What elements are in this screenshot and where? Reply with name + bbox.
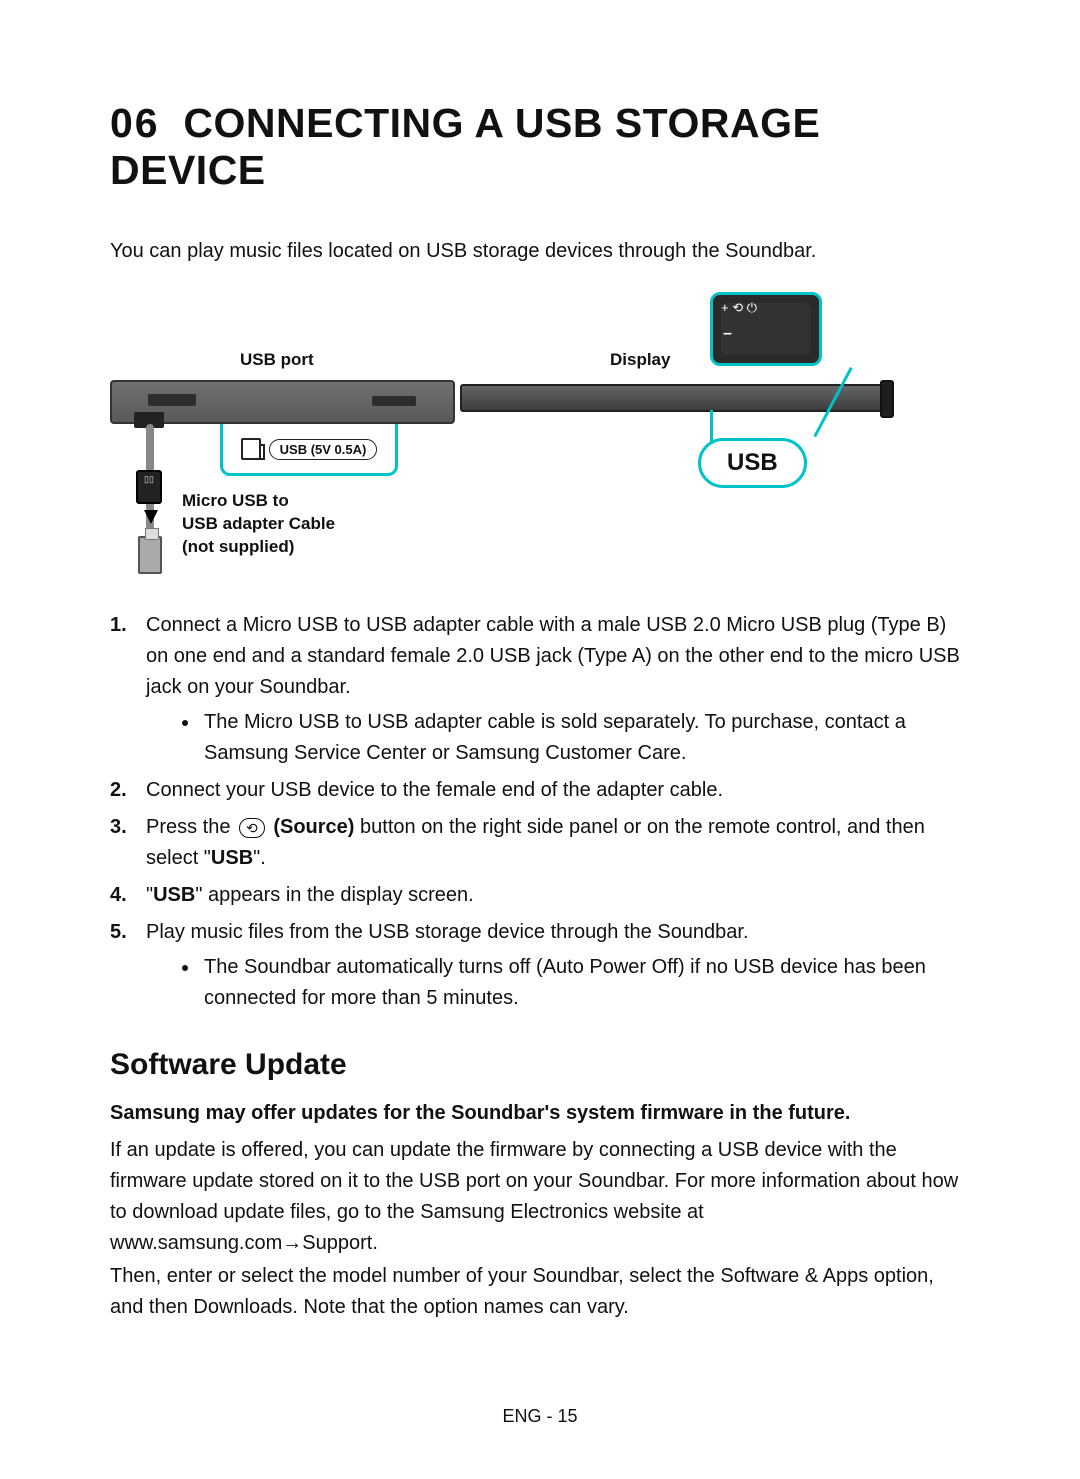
step-4: "USB" appears in the display screen.: [110, 880, 970, 911]
display-label: Display: [610, 350, 670, 370]
usb-drive-icon: [138, 536, 162, 574]
adapter-cable-label: Micro USB to USB adapter Cable (not supp…: [182, 490, 335, 559]
connection-diagram: USB port Display + ⟲ ⏻ – USB (5V 0.5A) U…: [110, 292, 970, 592]
usb-text: USB: [211, 847, 253, 869]
step-text: Connect your USB device to the female en…: [146, 779, 723, 801]
usb-display-callout: USB: [698, 438, 807, 488]
section-heading: 06 CONNECTING A USB STORAGE DEVICE: [110, 100, 970, 194]
intro-text: You can play music files located on USB …: [110, 236, 970, 266]
arrow-down-icon: [144, 510, 158, 524]
cable-label-line: Micro USB to: [182, 490, 335, 513]
software-lead: Samsung may offer updates for the Soundb…: [110, 1098, 970, 1129]
micro-usb-port-caption: USB (5V 0.5A): [220, 430, 398, 468]
usb-text: USB: [153, 884, 195, 906]
step-text: Press the: [146, 816, 236, 838]
note-text: The Micro USB to USB adapter cable is so…: [200, 707, 970, 769]
soundbar-end-icon: [880, 380, 894, 418]
usb-port-spec: USB (5V 0.5A): [269, 439, 378, 460]
source-label: (Source): [273, 816, 354, 838]
chapter-title: CONNECTING A USB STORAGE DEVICE: [110, 100, 820, 193]
step-text: ".: [253, 847, 266, 869]
page-footer: ENG - 15: [0, 1406, 1080, 1427]
remote-glyphs: + ⟲ ⏻: [721, 301, 757, 315]
cable-label-line: (not supplied): [182, 536, 335, 559]
step-2: Connect your USB device to the female en…: [110, 775, 970, 806]
step-text: " appears in the display screen.: [195, 884, 473, 906]
step-5: Play music files from the USB storage de…: [110, 917, 970, 1014]
step-text: Play music files from the USB storage de…: [146, 921, 749, 943]
step-1: Connect a Micro USB to USB adapter cable…: [110, 610, 970, 769]
software-paragraph: If an update is offered, you can update …: [110, 1135, 970, 1259]
step-text: Connect a Micro USB to USB adapter cable…: [146, 614, 960, 698]
step-5-notes: The Soundbar automatically turns off (Au…: [146, 952, 970, 1014]
instruction-list: Connect a Micro USB to USB adapter cable…: [110, 610, 970, 1014]
usb-port-icon: [241, 438, 261, 460]
software-paragraph: Then, enter or select the model number o…: [110, 1261, 970, 1323]
step-1-notes: The Micro USB to USB adapter cable is so…: [146, 707, 970, 769]
software-update-heading: Software Update: [110, 1048, 970, 1082]
chapter-number: 06: [110, 100, 160, 146]
note-text: The Soundbar automatically turns off (Au…: [200, 952, 970, 1014]
remote-control-icon: + ⟲ ⏻ –: [710, 292, 822, 366]
cable-label-line: USB adapter Cable: [182, 513, 335, 536]
step-3: Press the ⟲ (Source) button on the right…: [110, 812, 970, 874]
usb-port-label: USB port: [240, 350, 314, 370]
soundbar-front-icon: [460, 384, 890, 412]
source-button-icon: ⟲: [239, 818, 265, 838]
usb-a-jack-icon: ▯▯: [136, 470, 162, 504]
manual-page: 06 CONNECTING A USB STORAGE DEVICE You c…: [0, 0, 1080, 1479]
